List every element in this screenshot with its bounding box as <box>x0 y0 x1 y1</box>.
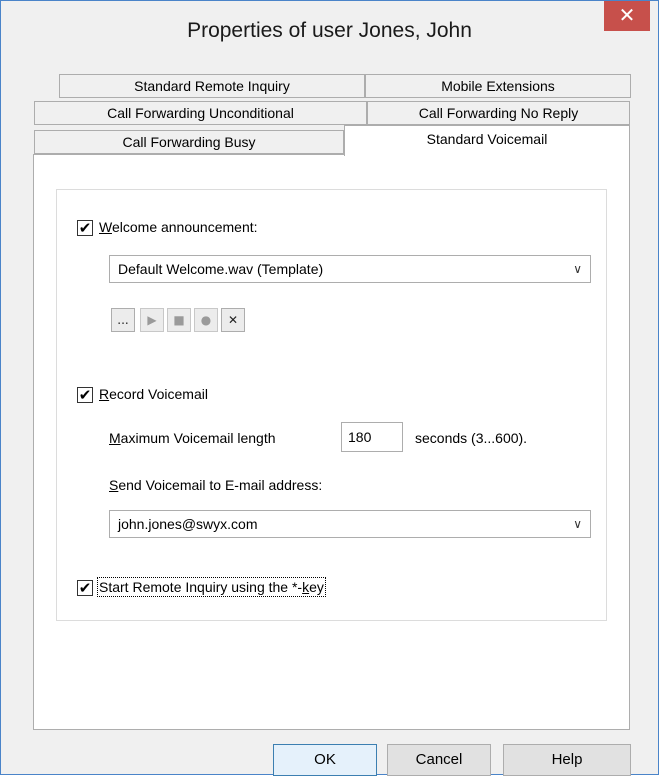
welcome-announcement-label: Welcome announcement: <box>99 219 258 235</box>
properties-dialog: Properties of user Jones, John ✕ Standar… <box>0 0 659 776</box>
record-voicemail-label: Record Voicemail <box>99 386 208 402</box>
max-voicemail-length-label: Maximum Voicemail length <box>109 430 276 446</box>
welcome-file-dropdown[interactable]: Default Welcome.wav (Template) ∨ <box>109 255 591 283</box>
tab-call-forwarding-no-reply[interactable]: Call Forwarding No Reply <box>367 101 630 125</box>
close-icon: ✕ <box>618 3 636 27</box>
close-button[interactable]: ✕ <box>604 1 650 31</box>
tab-call-forwarding-unconditional[interactable]: Call Forwarding Unconditional <box>34 101 367 125</box>
chevron-down-icon: ∨ <box>573 517 582 531</box>
checkmark-icon: ✔ <box>78 386 92 404</box>
help-button[interactable]: Help <box>503 744 631 776</box>
stop-button[interactable]: ■ <box>167 308 191 332</box>
remote-inquiry-checkbox[interactable]: ✔ <box>77 580 93 596</box>
record-icon: ● <box>200 313 212 327</box>
welcome-announcement-checkbox[interactable]: ✔ <box>77 220 93 236</box>
remote-inquiry-label: Start Remote Inquiry using the *-key <box>97 577 326 597</box>
email-address-value: john.jones@swyx.com <box>118 516 258 532</box>
record-button[interactable]: ● <box>194 308 218 332</box>
record-voicemail-checkbox[interactable]: ✔ <box>77 387 93 403</box>
tab-call-forwarding-busy[interactable]: Call Forwarding Busy <box>34 130 344 154</box>
stop-icon: ■ <box>173 313 185 327</box>
tab-standard-voicemail[interactable]: Standard Voicemail <box>344 125 630 156</box>
max-voicemail-length-input[interactable]: 180 <box>341 422 403 452</box>
title-bar: Properties of user Jones, John ✕ <box>1 1 658 65</box>
seconds-range-label: seconds (3...600). <box>415 430 528 446</box>
send-voicemail-email-label: Send Voicemail to E-mail address: <box>109 477 323 493</box>
window-title: Properties of user Jones, John <box>187 19 472 42</box>
cancel-button[interactable]: Cancel <box>387 744 491 776</box>
tab-mobile-extensions[interactable]: Mobile Extensions <box>365 74 631 98</box>
play-button[interactable]: ▶ <box>140 308 164 332</box>
welcome-file-value: Default Welcome.wav (Template) <box>118 261 324 277</box>
email-address-combobox[interactable]: john.jones@swyx.com ∨ <box>109 510 591 538</box>
browse-button[interactable]: ... <box>111 308 135 332</box>
checkmark-icon: ✔ <box>78 219 92 237</box>
chevron-down-icon: ∨ <box>573 262 582 276</box>
play-icon: ▶ <box>147 313 157 327</box>
ok-button[interactable]: OK <box>273 744 377 776</box>
checkmark-icon: ✔ <box>78 579 92 597</box>
delete-icon: ✕ <box>227 313 239 327</box>
voicemail-settings-group: ✔ Welcome announcement: Default Welcome.… <box>56 189 607 621</box>
tab-standard-remote-inquiry[interactable]: Standard Remote Inquiry <box>59 74 365 98</box>
delete-button[interactable]: ✕ <box>221 308 245 332</box>
tab-panel-standard-voicemail: ✔ Welcome announcement: Default Welcome.… <box>33 154 630 730</box>
playback-controls: ... ▶ ■ ● ✕ <box>111 308 261 332</box>
